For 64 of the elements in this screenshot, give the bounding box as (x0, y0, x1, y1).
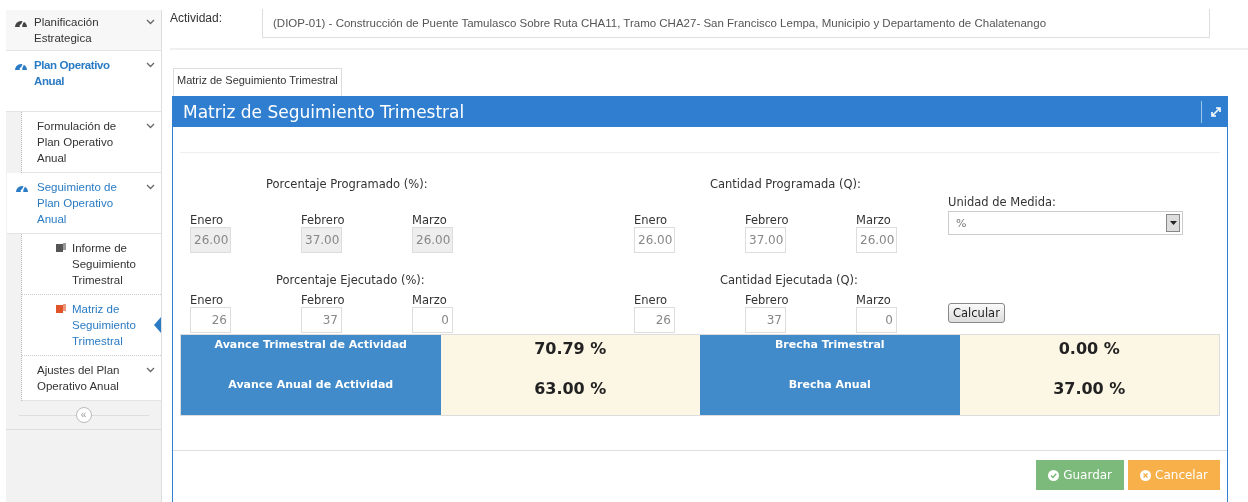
unit-select[interactable]: % (948, 211, 1183, 235)
input-field[interactable]: 26 (190, 307, 231, 333)
save-button[interactable]: Guardar (1036, 460, 1125, 490)
month-label: Marzo (856, 213, 892, 227)
month-label: Marzo (856, 293, 892, 307)
sidebar-item[interactable]: Matriz de Seguimiento Trimestral (22, 295, 161, 356)
sidebar-item[interactable]: Seguimiento de Plan Operativo Anual (7, 173, 161, 234)
month-label: Enero (190, 213, 225, 227)
input-field: 26.00 (412, 227, 453, 253)
table-cell: Brecha Anual (700, 375, 960, 415)
month-label: Marzo (412, 293, 448, 307)
expand-icon (1211, 107, 1221, 117)
dropdown-arrow-icon (1169, 221, 1177, 225)
month-label: Febrero (745, 293, 786, 307)
field-label: Actividad: (170, 11, 223, 27)
panel-title: Matriz de Seguimiento Trimestral (183, 102, 466, 122)
collapse-button[interactable]: « (75, 407, 92, 423)
table-cell: Avance Trimestral de Actividad (181, 335, 441, 375)
section-heading: Porcentaje Ejecutado (%): (276, 273, 425, 287)
field-label: Unidad de Medida: (948, 195, 1057, 209)
month-label: Febrero (301, 293, 342, 307)
chevron-down-icon (146, 19, 155, 25)
chevron-down-icon (146, 123, 155, 129)
selection-pointer-icon (154, 317, 161, 333)
close-circle-icon (1140, 469, 1152, 481)
input-field[interactable]: 37.00 (745, 227, 786, 253)
month-label: Febrero (301, 213, 342, 227)
input-field[interactable]: 0 (856, 307, 897, 333)
input-field[interactable]: 26.00 (856, 227, 897, 253)
input-field[interactable]: 26.00 (634, 227, 675, 253)
input-field: 26.00 (190, 227, 231, 253)
month-label: Enero (634, 293, 669, 307)
month-label: Marzo (412, 213, 448, 227)
chevron-down-icon (146, 367, 155, 373)
calculate-button[interactable]: Calcular (948, 303, 1005, 323)
month-label: Enero (190, 293, 225, 307)
section-heading: Cantidad Ejecutada (Q): (720, 273, 858, 287)
input-field[interactable]: 0 (412, 307, 453, 333)
activity-field[interactable]: (DIOP-01) - Construcción de Puente Tamulasco Sobre Ruta CHA11, Tramo CHA27- San Francisco Lempa, Municipio y Departamento de Chalatenango (262, 9, 1210, 38)
section-heading: Porcentaje Programado (%): (266, 177, 428, 191)
table-cell: 70.79 % (440, 335, 700, 375)
month-label: Febrero (745, 213, 786, 227)
input-field[interactable]: 26 (634, 307, 675, 333)
check-circle-icon (1048, 469, 1060, 481)
input-field[interactable]: 37 (745, 307, 786, 333)
sidebar-item[interactable]: Ajustes del Plan Operativo Anual (22, 356, 161, 401)
section-heading: Cantidad Programada (Q): (710, 177, 861, 191)
table-cell: 63.00 % (440, 375, 700, 415)
table-cell: Brecha Trimestral (700, 335, 960, 375)
chevron-down-icon (146, 62, 155, 68)
book-icon (56, 243, 66, 252)
table-cell: 37.00 % (959, 375, 1219, 415)
sidebar-item[interactable]: Formulación de Plan Operativo Anual (22, 112, 161, 173)
sidebar-item[interactable]: Informe de Seguimiento Trimestral (22, 234, 161, 295)
sidebar-item[interactable]: Planificación Estrategica (6, 10, 161, 51)
book-icon (56, 304, 66, 313)
month-label: Enero (634, 213, 669, 227)
table-cell: Avance Anual de Actividad (181, 375, 441, 415)
input-field[interactable]: 37 (301, 307, 342, 333)
sidebar-item[interactable]: Plan Operativo Anual (6, 51, 161, 112)
chevron-down-icon (146, 184, 155, 190)
table-cell: 0.00 % (959, 335, 1219, 375)
input-field: 37.00 (301, 227, 342, 253)
tab[interactable]: Matriz de Seguimiento Trimestral (173, 68, 342, 96)
